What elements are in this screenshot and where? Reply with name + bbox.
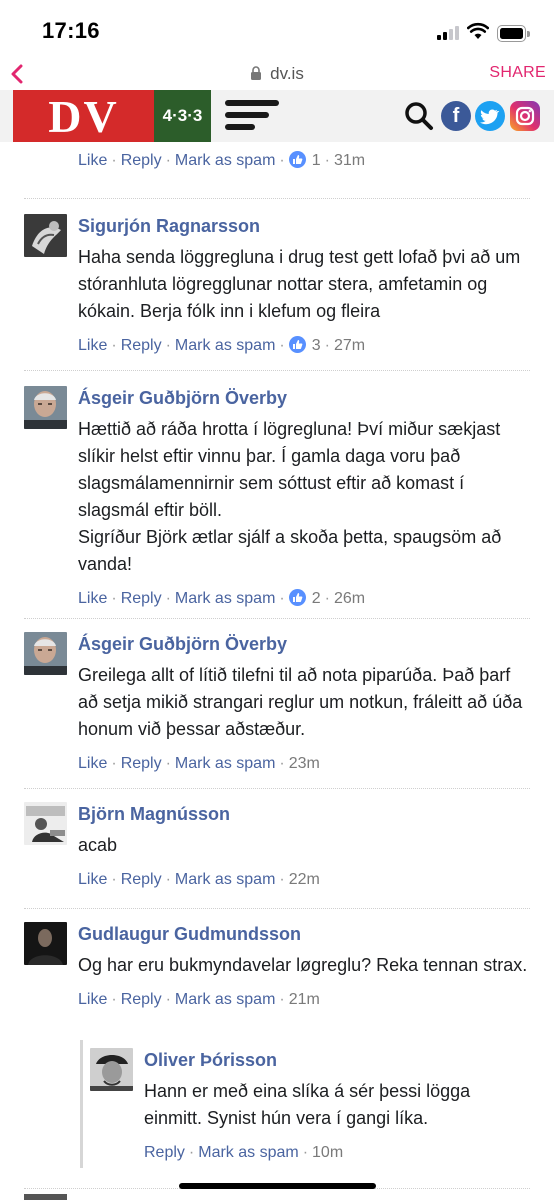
cellular-signal-icon bbox=[437, 26, 463, 40]
status-time: 17:16 bbox=[42, 18, 100, 43]
url-text: dv.is bbox=[270, 64, 304, 83]
like-count-icon bbox=[288, 151, 306, 168]
comment-actions: Like · Reply · Mark as spam · 2 · 26m bbox=[78, 589, 366, 607]
reply-link[interactable]: Reply bbox=[121, 337, 162, 354]
comment-actions: Like · Reply · Mark as spam · 22m bbox=[78, 871, 320, 888]
like-link[interactable]: Like bbox=[78, 337, 107, 354]
home-indicator[interactable] bbox=[179, 1183, 376, 1189]
dv-logo[interactable]: DV bbox=[13, 90, 154, 142]
like-count: 3 bbox=[311, 337, 321, 354]
comment-time: 22m bbox=[288, 871, 320, 888]
comment-time: 27m bbox=[333, 337, 366, 354]
status-bar: 17:16 bbox=[0, 0, 554, 60]
divider bbox=[24, 908, 530, 909]
reply-text: Hann er með eina slíka á sér þessi lögga… bbox=[144, 1081, 471, 1128]
divider bbox=[24, 788, 530, 789]
wifi-icon bbox=[467, 22, 489, 39]
comment-time: 31m bbox=[333, 152, 366, 169]
comment-author[interactable]: Ásgeir Guðbjörn Överby bbox=[78, 386, 530, 410]
comment-text: Og har eru bukmyndavelar løgreglu? Reka … bbox=[78, 955, 528, 975]
reply-link[interactable]: Reply bbox=[121, 871, 162, 888]
battery-icon bbox=[497, 25, 530, 42]
browser-bar: dv.is SHARE bbox=[0, 60, 554, 90]
reply-thread: Oliver Þórisson Hann er með eina slíka á… bbox=[80, 1040, 530, 1168]
comment-time: 23m bbox=[288, 755, 320, 772]
facebook-icon[interactable]: f bbox=[441, 101, 471, 131]
like-count-icon bbox=[288, 336, 306, 353]
like-count: 1 bbox=[311, 152, 321, 169]
comment-author[interactable]: Ásgeir Guðbjörn Överby bbox=[78, 632, 530, 656]
divider bbox=[24, 370, 530, 371]
reply-link[interactable]: Reply bbox=[121, 991, 162, 1008]
twitter-icon[interactable] bbox=[475, 101, 505, 131]
lock-icon bbox=[251, 66, 262, 80]
divider bbox=[24, 198, 530, 199]
reply-link[interactable]: Reply bbox=[144, 1144, 185, 1161]
search-icon[interactable] bbox=[404, 101, 434, 131]
mark-as-spam-link[interactable]: Mark as spam bbox=[175, 152, 275, 169]
comment-text-cut: ... bbox=[78, 142, 530, 144]
mark-as-spam-link[interactable]: Mark as spam bbox=[175, 991, 275, 1008]
reply-link[interactable]: Reply bbox=[121, 590, 162, 607]
address-bar[interactable]: dv.is bbox=[0, 64, 554, 84]
comment-time: 21m bbox=[288, 991, 320, 1008]
reply-link[interactable]: Reply bbox=[121, 152, 162, 169]
comment-time: 26m bbox=[333, 590, 366, 607]
avatar[interactable] bbox=[24, 214, 67, 257]
mark-as-spam-link[interactable]: Mark as spam bbox=[175, 337, 275, 354]
comment-actions: Like · Reply · Mark as spam · 23m bbox=[78, 755, 320, 772]
instagram-icon[interactable] bbox=[510, 101, 540, 131]
reply-time: 10m bbox=[312, 1144, 344, 1161]
divider bbox=[24, 618, 530, 619]
like-link[interactable]: Like bbox=[78, 871, 107, 888]
like-link[interactable]: Like bbox=[78, 590, 107, 607]
reply-actions: Reply · Mark as spam · 10m bbox=[144, 1144, 344, 1161]
comment-text: Haha senda löggregluna i drug test gett … bbox=[78, 247, 521, 321]
comment-text: Greilega allt of lítið tilefni til að no… bbox=[78, 665, 523, 739]
avatar[interactable] bbox=[24, 922, 67, 965]
comment-actions: Like · Reply · Mark as spam · 1 · 31m bbox=[78, 151, 366, 169]
like-link[interactable]: Like bbox=[78, 152, 107, 169]
avatar[interactable] bbox=[90, 1048, 133, 1091]
like-link[interactable]: Like bbox=[78, 755, 107, 772]
comment-author[interactable]: Sigurjón Ragnarsson bbox=[78, 214, 530, 238]
comment-actions: Like · Reply · Mark as spam · 21m bbox=[78, 991, 320, 1008]
mark-as-spam-link[interactable]: Mark as spam bbox=[175, 590, 275, 607]
comment-text: acab bbox=[78, 835, 118, 855]
menu-icon[interactable] bbox=[225, 100, 279, 132]
like-count: 2 bbox=[311, 590, 321, 607]
433-logo[interactable]: 4·3·3 bbox=[154, 90, 211, 142]
mark-as-spam-link[interactable]: Mark as spam bbox=[175, 871, 275, 888]
reply-author[interactable]: Oliver Þórisson bbox=[144, 1048, 526, 1072]
avatar[interactable] bbox=[24, 632, 67, 675]
comment-actions: Like · Reply · Mark as spam · 3 · 27m bbox=[78, 336, 366, 354]
mark-as-spam-link[interactable]: Mark as spam bbox=[175, 755, 275, 772]
comment-feed: ... Like·Reply·Mark as spam·1·31m Sigurj… bbox=[0, 142, 554, 1200]
share-button[interactable]: SHARE bbox=[489, 64, 546, 82]
reply-link[interactable]: Reply bbox=[121, 755, 162, 772]
avatar[interactable] bbox=[24, 386, 67, 429]
like-count-icon bbox=[288, 589, 306, 606]
next-avatar-cut bbox=[24, 1194, 67, 1200]
comment-author[interactable]: Gudlaugur Gudmundsson bbox=[78, 922, 530, 946]
avatar[interactable] bbox=[24, 802, 67, 845]
mark-as-spam-link[interactable]: Mark as spam bbox=[198, 1144, 298, 1161]
comment-author[interactable]: Björn Magnússon bbox=[78, 802, 530, 826]
comment-text: Hættið að ráða hrotta í lögregluna! Því … bbox=[78, 419, 502, 574]
like-link[interactable]: Like bbox=[78, 991, 107, 1008]
